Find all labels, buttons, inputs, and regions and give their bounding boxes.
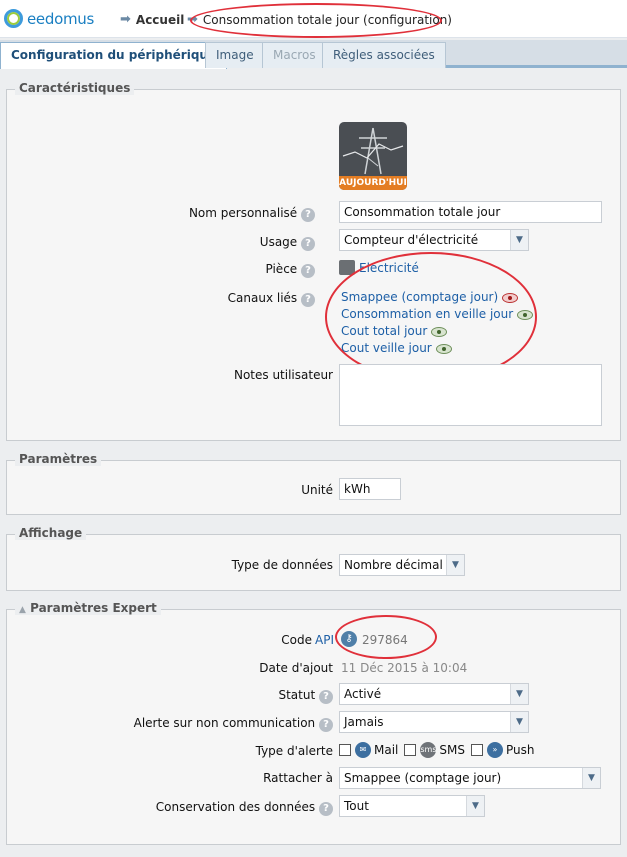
code-label: Code <box>281 633 312 647</box>
collapse-triangle-icon: ▲ <box>19 605 26 615</box>
mail-icon: ✉ <box>355 742 371 758</box>
pylon-icon <box>342 127 404 175</box>
push-checkbox[interactable] <box>470 744 483 756</box>
data-type-select[interactable]: Nombre décimal ▼ <box>339 554 465 576</box>
status-select-value: Activé <box>344 687 382 701</box>
help-icon[interactable]: ? <box>301 208 315 222</box>
mail-checkbox[interactable] <box>339 744 351 756</box>
unit-label: Unité <box>301 483 333 497</box>
api-link[interactable]: API <box>315 633 334 647</box>
fieldset-parameters: Paramètres Unité kWh <box>6 452 621 515</box>
fieldset-characteristics: Caractéristiques AUJOURD'HUI Nom personn… <box>6 81 621 441</box>
breadcrumb-home-label: Accueil <box>135 12 185 27</box>
sms-icon: sms <box>420 742 437 758</box>
date-added-value: 11 Déc 2015 à 10:04 <box>341 661 468 675</box>
legend-characteristics: Caractéristiques <box>15 81 135 95</box>
linked-channels-label: Canaux liés ? <box>157 291 315 307</box>
tab-macros: Macros <box>262 42 327 68</box>
chevron-down-icon: ▼ <box>510 712 528 732</box>
tab-associated-rules[interactable]: Règles associées <box>322 42 446 68</box>
eedomus-logo[interactable]: eedomus <box>4 9 94 28</box>
custom-name-label-text: Nom personnalisé <box>188 206 298 220</box>
status-label: Statut ? <box>157 688 333 704</box>
retention-label-text: Conservation des données <box>155 800 316 814</box>
retention-select-value: Tout <box>344 799 369 813</box>
custom-name-label: Nom personnalisé ? <box>157 206 315 222</box>
alert-label-text: Alerte sur non communication <box>133 716 316 730</box>
help-icon[interactable]: ? <box>319 802 333 816</box>
chevron-down-icon: ▼ <box>582 768 600 788</box>
arrow-right-icon: ➡ <box>120 12 131 27</box>
alert-label: Alerte sur non communication ? <box>107 716 333 732</box>
device-image[interactable]: AUJOURD'HUI <box>339 122 407 190</box>
chevron-down-icon: ▼ <box>510 230 528 250</box>
notes-textarea[interactable] <box>339 364 602 426</box>
retention-label: Conservation des données ? <box>107 800 333 816</box>
chevron-down-icon: ▼ <box>466 796 484 816</box>
breadcrumb-home[interactable]: ➡ Accueil <box>120 12 184 27</box>
annotation-circle <box>190 3 442 38</box>
tab-configuration[interactable]: Configuration du périphérique <box>0 42 228 69</box>
push-label: Push <box>505 743 535 757</box>
fieldset-expert: ▲ Paramètres Expert Code API ⚷ 297864 Da… <box>6 601 621 845</box>
help-icon[interactable]: ? <box>301 237 315 251</box>
annotation-circle <box>325 252 537 382</box>
legend-parameters: Paramètres <box>15 452 102 466</box>
attach-select-value: Smappee (comptage jour) <box>344 771 502 785</box>
chevron-down-icon: ▼ <box>510 684 528 704</box>
help-icon[interactable]: ? <box>301 293 315 307</box>
annotation-circle <box>335 615 437 659</box>
custom-name-field[interactable]: Consommation totale jour <box>339 201 602 223</box>
legend-expert-text: Paramètres Expert <box>30 601 157 615</box>
retention-select[interactable]: Tout ▼ <box>339 795 485 817</box>
alert-select[interactable]: Jamais ▼ <box>339 711 529 733</box>
alert-type-options: ✉ Mail sms SMS » Push <box>339 742 534 758</box>
attach-select[interactable]: Smappee (comptage jour) ▼ <box>339 767 601 789</box>
tab-image[interactable]: Image <box>205 42 265 68</box>
top-bar: eedomus ➡ Accueil ➡ Consommation totale … <box>0 0 627 38</box>
alert-select-value: Jamais <box>344 715 384 729</box>
usage-label-text: Usage <box>259 235 298 249</box>
usage-select-value: Compteur d'électricité <box>344 233 479 247</box>
status-select[interactable]: Activé ▼ <box>339 683 529 705</box>
sms-label: SMS <box>439 743 465 757</box>
logo-ring-icon <box>4 9 23 28</box>
status-label-text: Statut <box>278 688 316 702</box>
notes-label: Notes utilisateur <box>233 368 333 382</box>
tab-bar: Configuration du périphérique Image Macr… <box>0 40 627 69</box>
chevron-down-icon: ▼ <box>446 555 464 575</box>
legend-expert[interactable]: ▲ Paramètres Expert <box>15 601 161 615</box>
device-image-caption: AUJOURD'HUI <box>339 176 407 190</box>
legend-display: Affichage <box>15 526 87 540</box>
help-icon[interactable]: ? <box>319 718 333 732</box>
date-added-label: Date d'ajout <box>259 661 333 675</box>
help-icon[interactable]: ? <box>319 690 333 704</box>
push-icon: » <box>486 742 503 758</box>
fieldset-display: Affichage Type de données Nombre décimal… <box>6 526 621 591</box>
linked-channels-label-text: Canaux liés <box>227 291 298 305</box>
unit-field[interactable]: kWh <box>339 478 401 500</box>
usage-select[interactable]: Compteur d'électricité ▼ <box>339 229 529 251</box>
sms-checkbox[interactable] <box>404 744 417 756</box>
room-label-text: Pièce <box>265 262 298 276</box>
help-icon[interactable]: ? <box>301 264 315 278</box>
room-label: Pièce ? <box>157 262 315 278</box>
logo-text: eedomus <box>27 9 94 28</box>
mail-label: Mail <box>374 743 399 757</box>
usage-label: Usage ? <box>157 235 315 251</box>
data-type-label: Type de données <box>231 558 333 572</box>
data-type-select-value: Nombre décimal <box>344 558 443 572</box>
alert-type-label: Type d'alerte <box>255 744 333 758</box>
attach-label: Rattacher à <box>263 771 333 785</box>
